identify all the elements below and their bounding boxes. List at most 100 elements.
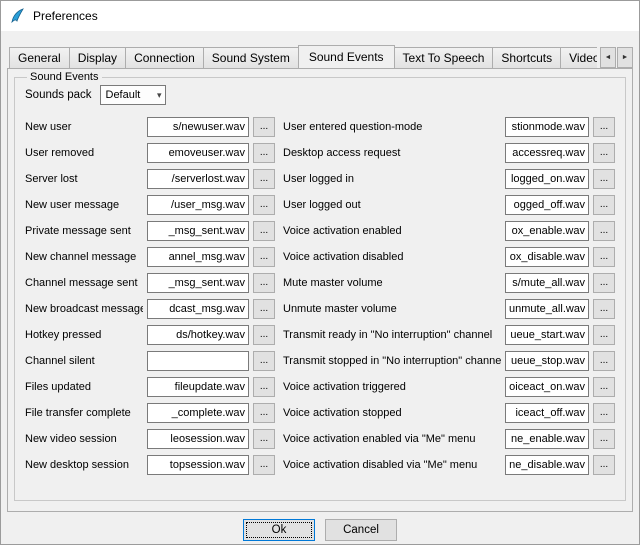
browse-button[interactable]: ...	[593, 403, 615, 423]
sound-event-label: New user	[25, 121, 143, 133]
sound-event-label: Channel message sent	[25, 277, 143, 289]
tab-bar: GeneralDisplayConnectionSound SystemSoun…	[7, 44, 633, 68]
sound-event-label: Mute master volume	[283, 277, 501, 289]
sound-file-input[interactable]	[505, 169, 589, 189]
browse-button[interactable]: ...	[593, 221, 615, 241]
sounds-pack-select[interactable]: Default ▾	[100, 85, 166, 105]
sound-event-row: User logged in...	[283, 169, 615, 189]
sound-file-input[interactable]	[147, 247, 249, 267]
browse-button[interactable]: ...	[253, 143, 275, 163]
sound-event-label: Voice activation enabled via "Me" menu	[283, 433, 501, 445]
app-icon	[9, 8, 25, 24]
sound-event-label: Private message sent	[25, 225, 143, 237]
tab-shortcuts[interactable]: Shortcuts	[492, 47, 561, 68]
sound-file-input[interactable]	[505, 143, 589, 163]
sound-file-input[interactable]	[147, 273, 249, 293]
sound-file-input[interactable]	[147, 377, 249, 397]
browse-button[interactable]: ...	[593, 143, 615, 163]
sound-file-input[interactable]	[147, 403, 249, 423]
browse-button[interactable]: ...	[593, 169, 615, 189]
browse-button[interactable]: ...	[593, 429, 615, 449]
browse-button[interactable]: ...	[253, 169, 275, 189]
browse-button[interactable]: ...	[253, 377, 275, 397]
sound-event-label: New video session	[25, 433, 143, 445]
sounds-pack-row: Sounds pack Default ▾	[25, 85, 615, 105]
sound-file-input[interactable]	[505, 299, 589, 319]
browse-button[interactable]: ...	[593, 273, 615, 293]
browse-button[interactable]: ...	[253, 247, 275, 267]
browse-button[interactable]: ...	[253, 221, 275, 241]
sound-event-label: New broadcast message	[25, 303, 143, 315]
tab-scroll-left-button[interactable]: ◄	[600, 47, 616, 68]
right-column: User entered question-mode... Desktop acc…	[283, 117, 615, 481]
tab-scroll-right-button[interactable]: ►	[617, 47, 633, 68]
browse-button[interactable]: ...	[593, 455, 615, 475]
titlebar[interactable]: Preferences	[1, 1, 639, 31]
browse-button[interactable]: ...	[593, 247, 615, 267]
sound-event-label: User entered question-mode	[283, 121, 501, 133]
browse-button[interactable]: ...	[593, 351, 615, 371]
sound-event-row: Unmute master volume...	[283, 299, 615, 319]
sound-event-row: Server lost...	[25, 169, 275, 189]
sound-file-input[interactable]	[505, 403, 589, 423]
browse-button[interactable]: ...	[593, 377, 615, 397]
sound-event-label: Desktop access request	[283, 147, 501, 159]
sound-event-row: Voice activation disabled via "Me" menu.…	[283, 455, 615, 475]
browse-button[interactable]: ...	[253, 325, 275, 345]
sounds-pack-value: Default	[106, 89, 141, 101]
sound-file-input[interactable]	[505, 273, 589, 293]
sound-file-input[interactable]	[147, 221, 249, 241]
sound-file-input[interactable]	[147, 455, 249, 475]
sound-event-row: New video session...	[25, 429, 275, 449]
sound-file-input[interactable]	[147, 143, 249, 163]
sound-file-input[interactable]	[147, 169, 249, 189]
dialog-buttons: Ok Cancel	[1, 519, 639, 541]
ok-button[interactable]: Ok	[243, 519, 315, 541]
browse-button[interactable]: ...	[253, 455, 275, 475]
sound-file-input[interactable]	[147, 195, 249, 215]
sound-file-input[interactable]	[505, 117, 589, 137]
sound-file-input[interactable]	[505, 247, 589, 267]
sound-file-input[interactable]	[147, 117, 249, 137]
preferences-window: Preferences GeneralDisplayConnectionSoun…	[0, 0, 640, 545]
sound-file-input[interactable]	[505, 455, 589, 475]
sound-event-label: New channel message	[25, 251, 143, 263]
sound-event-label: User removed	[25, 147, 143, 159]
tab-text-to-speech[interactable]: Text To Speech	[394, 47, 494, 68]
browse-button[interactable]: ...	[593, 195, 615, 215]
sound-file-input[interactable]	[147, 325, 249, 345]
sound-file-input[interactable]	[505, 325, 589, 345]
sound-file-input[interactable]	[505, 221, 589, 241]
sound-event-label: New user message	[25, 199, 143, 211]
sound-event-row: Transmit stopped in "No interruption" ch…	[283, 351, 615, 371]
browse-button[interactable]: ...	[253, 299, 275, 319]
sound-events-group: Sound Events Sounds pack Default ▾ New u…	[14, 71, 626, 501]
sound-event-row: New channel message...	[25, 247, 275, 267]
browse-button[interactable]: ...	[593, 299, 615, 319]
browse-button[interactable]: ...	[253, 403, 275, 423]
sound-file-input[interactable]	[505, 377, 589, 397]
sound-event-row: Voice activation disabled...	[283, 247, 615, 267]
tab-sound-system[interactable]: Sound System	[203, 47, 299, 68]
sound-file-input[interactable]	[505, 429, 589, 449]
sound-file-input[interactable]	[505, 195, 589, 215]
browse-button[interactable]: ...	[253, 273, 275, 293]
tab-display[interactable]: Display	[69, 47, 126, 68]
sound-event-row: Voice activation enabled...	[283, 221, 615, 241]
browse-button[interactable]: ...	[253, 195, 275, 215]
browse-button[interactable]: ...	[593, 325, 615, 345]
sound-file-input[interactable]	[147, 351, 249, 371]
sound-file-input[interactable]	[147, 429, 249, 449]
browse-button[interactable]: ...	[593, 117, 615, 137]
browse-button[interactable]: ...	[253, 351, 275, 371]
sound-event-row: Transmit ready in "No interruption" chan…	[283, 325, 615, 345]
sound-event-row: Hotkey pressed...	[25, 325, 275, 345]
tab-sound-events[interactable]: Sound Events	[298, 45, 395, 68]
browse-button[interactable]: ...	[253, 429, 275, 449]
cancel-button[interactable]: Cancel	[325, 519, 397, 541]
sound-file-input[interactable]	[147, 299, 249, 319]
tab-general[interactable]: General	[9, 47, 70, 68]
browse-button[interactable]: ...	[253, 117, 275, 137]
sound-file-input[interactable]	[505, 351, 589, 371]
tab-connection[interactable]: Connection	[125, 47, 204, 68]
